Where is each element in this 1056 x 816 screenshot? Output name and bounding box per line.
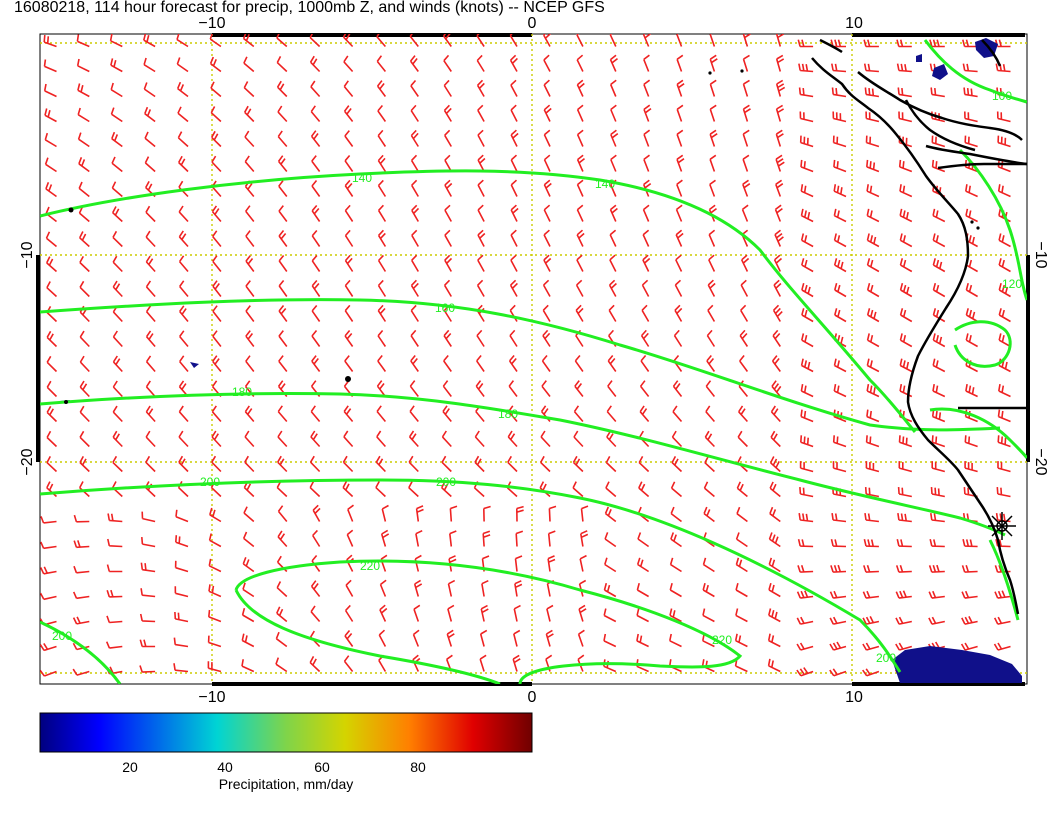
contour-label: 180 [232, 385, 252, 399]
colorbar-tick-label: 80 [410, 759, 426, 775]
contour-label: 140 [352, 171, 372, 185]
map-title: 16080218, 114 hour forecast for precip, … [14, 0, 605, 16]
top-tick-label: 10 [845, 15, 863, 32]
bottom-tick-label: 10 [845, 689, 863, 706]
contour-label: 220 [360, 559, 380, 573]
contour-label: 200 [200, 475, 220, 489]
bottom-tick-label: −10 [198, 689, 225, 706]
map-frame [39, 33, 1028, 685]
contour-label: 100 [992, 89, 1012, 103]
contour-label: 220 [712, 633, 732, 647]
contour-label: 140 [595, 177, 615, 191]
left-tick-label: −20 [19, 448, 36, 475]
bottom-tick-label: 0 [528, 689, 537, 706]
top-tick-label: −10 [198, 15, 225, 32]
contour-label: 200 [876, 651, 896, 665]
precip-colorbar: 20 40 60 80 Precipitation, mm/day [39, 712, 533, 792]
right-tick-label: −20 [1032, 448, 1049, 475]
colorbar-label: Precipitation, mm/day [219, 776, 354, 792]
contour-label: 120 [1002, 277, 1022, 291]
colorbar-tick-label: 40 [217, 759, 233, 775]
top-tick-label: 0 [528, 15, 537, 32]
station-marker-icon [988, 512, 1016, 540]
colorbar-tick-label: 60 [314, 759, 330, 775]
left-tick-label: −10 [19, 241, 36, 268]
contour-label: 180 [498, 407, 518, 421]
right-tick-label: −10 [1032, 241, 1049, 268]
contour-label: 160 [435, 301, 455, 315]
forecast-map-figure: 16080218, 114 hour forecast for precip, … [14, 0, 1049, 792]
contour-label: 200 [52, 629, 72, 643]
contour-label: 200 [436, 475, 456, 489]
colorbar-tick-label: 20 [122, 759, 138, 775]
